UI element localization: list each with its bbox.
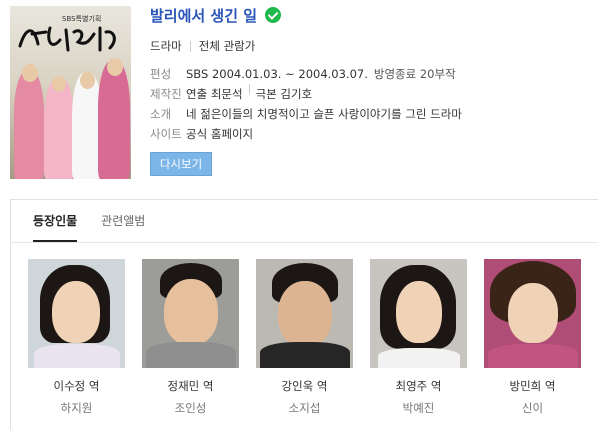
cast-actor[interactable]: 조인성 (142, 400, 239, 416)
replay-button[interactable]: 다시보기 (150, 152, 212, 176)
info-label: 편성 (150, 67, 172, 81)
face (396, 281, 442, 343)
info-label: 제작진 (150, 87, 182, 101)
genre-label: 드라마 (150, 39, 182, 53)
divider (248, 84, 250, 94)
tab-underline (11, 242, 598, 243)
shirt (146, 342, 236, 368)
poster-figure-head (52, 76, 66, 92)
cast-actor[interactable]: 박예진 (370, 400, 467, 416)
poster-figure-head (80, 72, 95, 89)
shirt (488, 344, 578, 368)
info-list: 편성 SBS 2004.01.03. ~ 2004.03.07. 방영종료 20… (150, 64, 462, 144)
official-site-link[interactable]: 공식 홈페이지 (186, 124, 253, 144)
divider (189, 40, 191, 52)
cast-role[interactable]: 이수정 역 (28, 378, 125, 394)
intro-value: 네 젊은이들의 치명적이고 슬픈 사랑이야기를 그린 드라마 (186, 107, 462, 121)
cast-role[interactable]: 방민희 역 (484, 378, 581, 394)
shirt (378, 348, 460, 368)
tab-albums[interactable]: 관련앨범 (101, 210, 145, 242)
cast-role[interactable]: 강인욱 역 (256, 378, 353, 394)
cast-role[interactable]: 최영주 역 (370, 378, 467, 394)
cast-actor[interactable]: 소지섭 (256, 400, 353, 416)
poster-figure-head (22, 64, 38, 82)
rating-label: 전체 관람가 (198, 39, 256, 53)
tab-bar: 등장인물 관련앨범 (33, 210, 169, 242)
cast-photo[interactable] (142, 259, 239, 368)
title-row: 발리에서 생긴 일 (150, 5, 282, 26)
poster-figure (44, 79, 74, 179)
tab-cast[interactable]: 등장인물 (33, 210, 78, 242)
cast-photo[interactable] (28, 259, 125, 368)
broadcast-value: SBS 2004.01.03. ~ 2004.03.07. (186, 67, 368, 81)
poster-figure (98, 61, 130, 179)
info-row-intro: 소개 네 젊은이들의 치명적이고 슬픈 사랑이야기를 그린 드라마 (150, 104, 462, 124)
meta-row: 드라마 전체 관람가 (150, 38, 255, 54)
drama-title[interactable]: 발리에서 생긴 일 (150, 5, 257, 26)
cast-item[interactable]: 최영주 역 박예진 (370, 259, 467, 416)
director-link[interactable]: 연출 최문석 (186, 84, 243, 104)
shirt (260, 342, 350, 368)
poster-logo (18, 26, 116, 52)
info-row-broadcast: 편성 SBS 2004.01.03. ~ 2004.03.07. 방영종료 20… (150, 64, 462, 84)
cast-role[interactable]: 정재민 역 (142, 378, 239, 394)
cast-item[interactable]: 강인욱 역 소지섭 (256, 259, 353, 416)
poster-figure (14, 71, 44, 179)
broadcast-status: 방영종료 20부작 (373, 67, 456, 81)
writer-link[interactable]: 극본 김기호 (256, 84, 313, 104)
info-label: 사이트 (150, 127, 182, 141)
drama-poster[interactable]: SBS특별기획 (10, 6, 131, 179)
poster-figure-head (107, 58, 123, 76)
info-label: 소개 (150, 107, 172, 121)
cast-actor[interactable]: 신이 (484, 400, 581, 416)
cast-photo[interactable] (484, 259, 581, 368)
shirt (34, 344, 120, 368)
cast-item[interactable]: 이수정 역 하지원 (28, 259, 125, 416)
info-row-site: 사이트 공식 홈페이지 (150, 124, 462, 144)
face (508, 283, 558, 343)
cast-panel: 등장인물 관련앨범 이수정 역 하지원 정재민 역 조인성 강인욱 역 소지섭 (10, 199, 598, 430)
cast-item[interactable]: 방민희 역 신이 (484, 259, 581, 416)
cast-item[interactable]: 정재민 역 조인성 (142, 259, 239, 416)
cast-photo[interactable] (256, 259, 353, 368)
cast-actor[interactable]: 하지원 (28, 400, 125, 416)
cast-photo[interactable] (370, 259, 467, 368)
face (164, 279, 218, 345)
info-row-staff: 제작진 연출 최문석 극본 김기호 (150, 84, 462, 104)
face (278, 281, 332, 347)
check-circle-icon (265, 7, 282, 23)
face (52, 281, 100, 343)
